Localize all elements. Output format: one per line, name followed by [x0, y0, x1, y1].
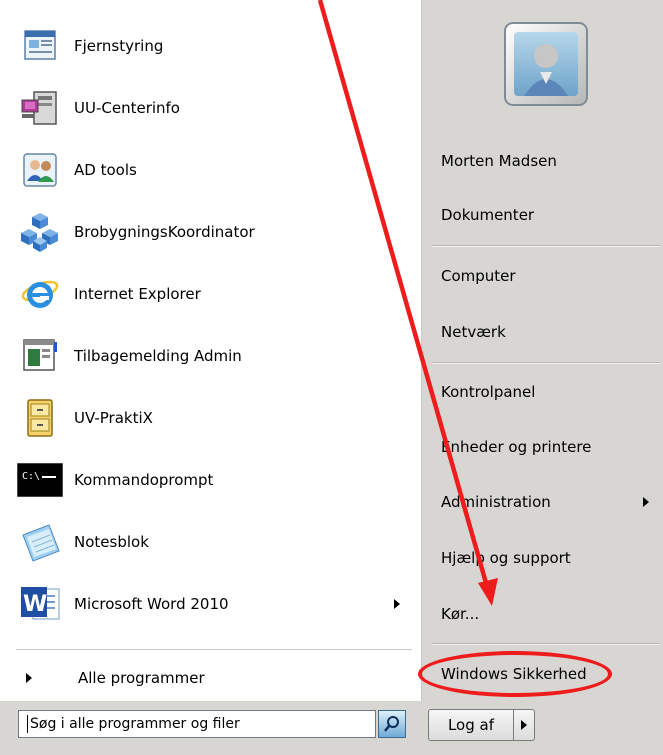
- program-item-ad-tools[interactable]: AD tools: [16, 142, 414, 198]
- separator: [16, 649, 412, 650]
- program-label: UU-Centerinfo: [74, 99, 180, 117]
- network-pc-icon: [16, 84, 64, 132]
- shutdown-options-button[interactable]: [513, 709, 535, 741]
- program-label: Internet Explorer: [74, 285, 201, 303]
- place-label: Enheder og printere: [441, 438, 592, 456]
- place-item-devices-printers[interactable]: Enheder og printere: [441, 432, 653, 462]
- place-label: Dokumenter: [441, 206, 535, 224]
- start-menu: Fjernstyring UU-Centerinfo AD tools Brob…: [0, 0, 663, 755]
- separator: [432, 245, 660, 247]
- separator: [432, 362, 660, 364]
- chevron-right-icon: [521, 720, 527, 730]
- program-label: Microsoft Word 2010: [74, 595, 229, 613]
- place-label: Hjælp og support: [441, 549, 571, 567]
- notepad-icon: [16, 518, 64, 566]
- text-caret: [27, 715, 28, 733]
- all-programs-label: Alle programmer: [78, 669, 205, 687]
- program-label: AD tools: [74, 161, 137, 179]
- program-label: Notesblok: [74, 533, 149, 551]
- place-item-documents[interactable]: Dokumenter: [441, 200, 653, 230]
- program-item-fjernstyring[interactable]: Fjernstyring: [16, 18, 414, 74]
- place-item-help-support[interactable]: Hjælp og support: [441, 543, 653, 573]
- command-prompt-icon: C:\: [16, 456, 64, 504]
- program-item-uv-praktix[interactable]: UV-PraktiX: [16, 390, 414, 446]
- submenu-arrow-icon: [643, 497, 649, 507]
- place-label: Computer: [441, 267, 516, 285]
- cubes-icon: [16, 208, 64, 256]
- search-input[interactable]: [30, 716, 330, 732]
- program-item-uu-centerinfo[interactable]: UU-Centerinfo: [16, 80, 414, 136]
- users-icon: [16, 146, 64, 194]
- user-picture[interactable]: [504, 22, 588, 106]
- place-label: Kontrolpanel: [441, 383, 536, 401]
- program-item-brobygningskoordinator[interactable]: BrobygningsKoordinator: [16, 204, 414, 260]
- submenu-arrow-icon: [394, 599, 400, 609]
- program-label: UV-PraktiX: [74, 409, 153, 427]
- program-label: Fjernstyring: [74, 37, 164, 55]
- program-label: BrobygningsKoordinator: [74, 223, 255, 241]
- program-label: Kommandoprompt: [74, 471, 214, 489]
- all-programs-button[interactable]: Alle programmer: [16, 660, 412, 696]
- place-item-control-panel[interactable]: Kontrolpanel: [441, 377, 653, 407]
- log-off-label: Log af: [447, 716, 495, 734]
- place-item-windows-security[interactable]: Windows Sikkerhed: [441, 659, 653, 689]
- program-item-notesblok[interactable]: Notesblok: [16, 514, 414, 570]
- log-off-button[interactable]: Log af: [428, 709, 514, 741]
- separator: [432, 643, 660, 645]
- remote-desktop-icon: [16, 22, 64, 70]
- admin-window-icon: [16, 332, 64, 380]
- avatar-icon: [514, 32, 578, 96]
- place-label: Morten Madsen: [441, 152, 557, 170]
- place-item-administration[interactable]: Administration: [441, 487, 653, 517]
- word-icon: W: [16, 580, 64, 628]
- program-label: Tilbagemelding Admin: [74, 347, 242, 365]
- search-icon: [384, 716, 399, 732]
- search-button[interactable]: [378, 710, 406, 738]
- file-cabinet-icon: [16, 394, 64, 442]
- internet-explorer-icon: [16, 270, 64, 318]
- programs-pane: Fjernstyring UU-Centerinfo AD tools Brob…: [0, 0, 422, 701]
- place-label: Netværk: [441, 323, 506, 341]
- place-label: Windows Sikkerhed: [441, 665, 587, 683]
- expand-arrow-icon: [26, 673, 32, 683]
- place-item-run[interactable]: Kør...: [441, 599, 653, 629]
- place-label: Administration: [441, 493, 551, 511]
- place-item-network[interactable]: Netværk: [441, 317, 653, 347]
- place-label: Kør...: [441, 605, 480, 623]
- program-item-microsoft-word[interactable]: W Microsoft Word 2010: [16, 576, 414, 632]
- search-box[interactable]: [18, 710, 376, 738]
- svg-text:C:\: C:\: [22, 471, 40, 482]
- program-item-kommandoprompt[interactable]: C:\ Kommandoprompt: [16, 452, 414, 508]
- program-item-tilbagemelding-admin[interactable]: Tilbagemelding Admin: [16, 328, 414, 384]
- program-item-internet-explorer[interactable]: Internet Explorer: [16, 266, 414, 322]
- place-item-computer[interactable]: Computer: [441, 261, 653, 291]
- svg-text:W: W: [23, 592, 47, 617]
- place-item-user[interactable]: Morten Madsen: [441, 146, 653, 176]
